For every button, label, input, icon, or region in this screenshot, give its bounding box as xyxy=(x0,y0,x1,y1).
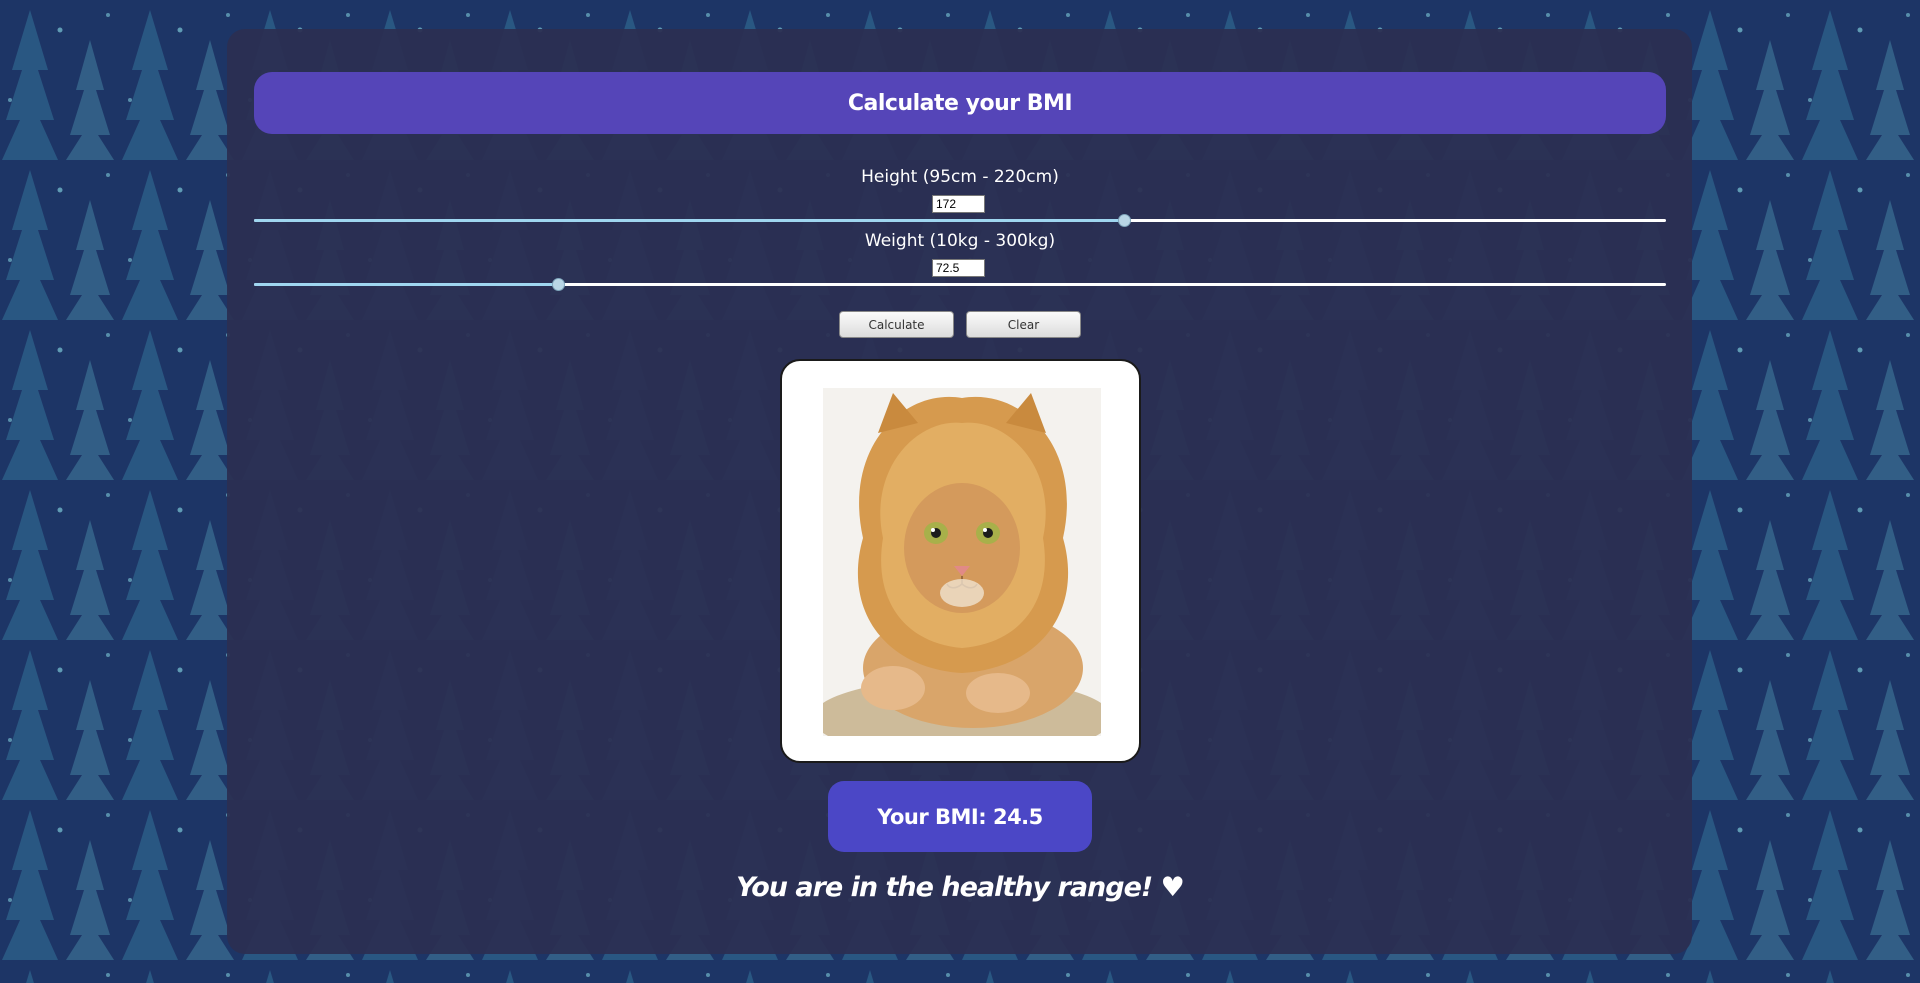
header-bar: Calculate your BMI xyxy=(254,72,1666,134)
height-input[interactable] xyxy=(932,195,985,213)
height-slider[interactable] xyxy=(254,214,1666,227)
weight-slider[interactable] xyxy=(254,278,1666,291)
bmi-result: Your BMI: 24.5 xyxy=(828,781,1092,852)
weight-slider-fill xyxy=(254,283,559,286)
height-slider-thumb[interactable] xyxy=(1117,214,1131,227)
bmi-status-message: You are in the healthy range! ♥ xyxy=(736,872,1185,903)
height-slider-fill xyxy=(254,219,1124,222)
page-title: Calculate your BMI xyxy=(847,90,1073,116)
height-label: Height (95cm - 220cm) xyxy=(861,167,1059,187)
clear-button[interactable]: Clear xyxy=(966,311,1081,338)
calculate-button[interactable]: Calculate xyxy=(839,311,954,338)
weight-label: Weight (10kg - 300kg) xyxy=(864,231,1056,251)
cat-lion-image xyxy=(823,388,1101,736)
result-image-card xyxy=(780,359,1141,763)
weight-input[interactable] xyxy=(932,259,985,277)
